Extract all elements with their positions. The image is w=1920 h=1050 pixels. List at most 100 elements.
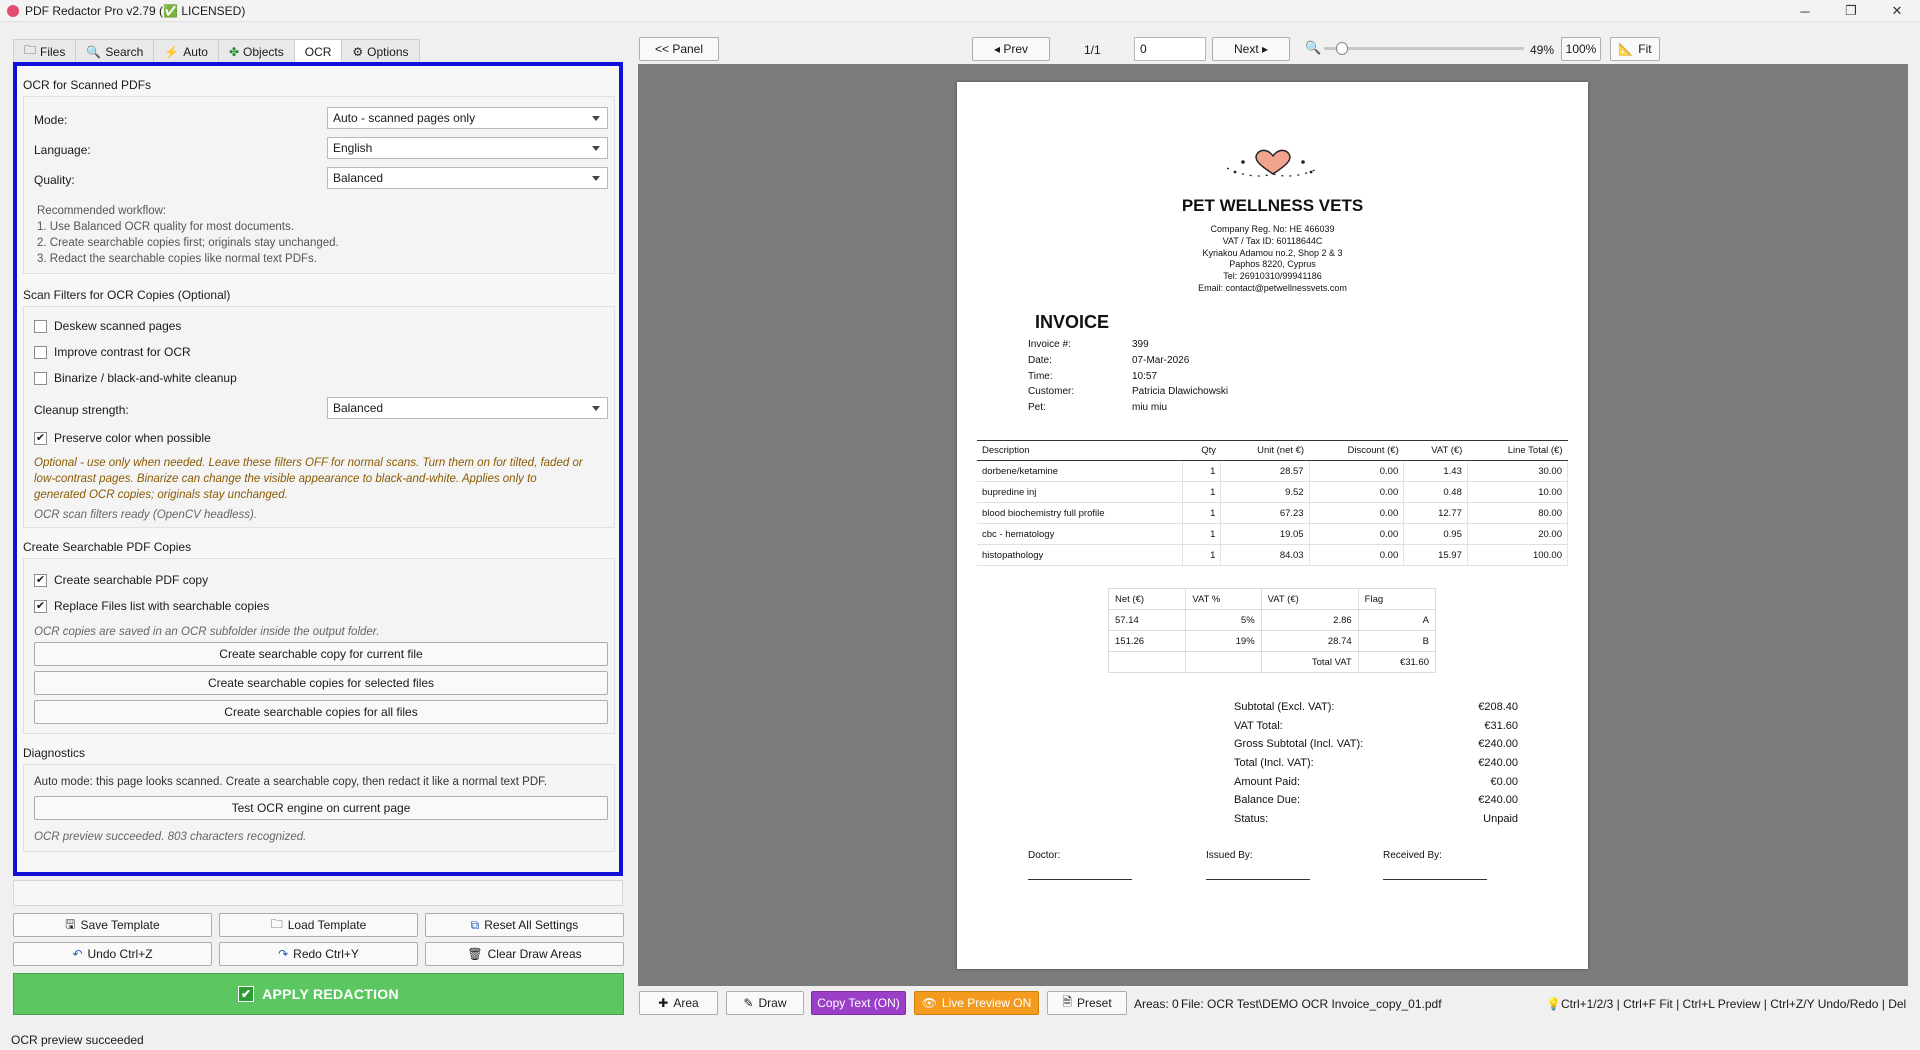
live-preview-toggle[interactable]: 👁 Live Preview ON <box>914 991 1039 1015</box>
load-template-button[interactable]: 🗀 Load Template <box>219 913 418 937</box>
pdf-page[interactable]: PET WELLNESS VETS Company Reg. No: HE 46… <box>957 82 1588 969</box>
button-label: Load Template <box>287 918 367 932</box>
binarize-checkbox[interactable]: Binarize / black-and-white cleanup <box>34 371 237 385</box>
table-cell: 0.00 <box>1309 460 1405 482</box>
checkbox-label: Improve contrast for OCR <box>54 345 191 359</box>
cleanup-value: Balanced <box>333 401 384 415</box>
tab-files[interactable]: 🗀 Files <box>13 39 77 63</box>
trash-icon: 🗑 <box>467 947 483 961</box>
zoom-slider[interactable] <box>1324 42 1524 55</box>
create-all-button[interactable]: Create searchable copies for all files <box>34 700 608 724</box>
redo-button[interactable]: ↷ Redo Ctrl+Y <box>219 942 418 966</box>
table-cell: 80.00 <box>1467 502 1569 524</box>
column-header: Description <box>977 440 1183 461</box>
redo-icon: ↷ <box>278 947 289 961</box>
column-header: Discount (€) <box>1309 440 1404 461</box>
maximize-button[interactable]: ❐ <box>1828 0 1874 22</box>
current-file: File: OCR Test\DEMO OCR Invoice_copy_01.… <box>1181 997 1442 1011</box>
table-row: blood biochemistry full profile 1 67.23 0.0… <box>977 502 1569 524</box>
prev-page-button[interactable]: ◂ Prev <box>972 37 1050 61</box>
apply-redaction-button[interactable]: ✔ APPLY REDACTION <box>13 973 624 1015</box>
copy-text-toggle[interactable]: Copy Text (ON) <box>811 991 906 1015</box>
replace-list-checkbox[interactable]: ✔ Replace Files list with searchable copi… <box>34 599 269 613</box>
meta-value: Patricia Dlawichowski <box>1132 386 1229 397</box>
tab-label: Files <box>40 44 66 59</box>
cleanup-select[interactable]: Balanced <box>327 397 608 419</box>
undo-icon: ↶ <box>72 947 83 961</box>
preset-button[interactable]: 🗎 Preset <box>1047 991 1127 1015</box>
zoom-percent: 49% <box>1530 43 1555 57</box>
table-cell: 0.00 <box>1309 544 1405 566</box>
minimize-button[interactable]: ─ <box>1782 0 1828 22</box>
table-cell: 1 <box>1182 544 1222 566</box>
mode-select[interactable]: Auto - scanned pages only <box>327 107 608 129</box>
diagnostics-info: Auto mode: this page looks scanned. Crea… <box>34 776 548 788</box>
contrast-checkbox[interactable]: Improve contrast for OCR <box>34 345 191 359</box>
table-cell: A <box>1357 609 1437 631</box>
table-cell: 9.52 <box>1220 481 1310 503</box>
table-cell: 12.77 <box>1403 502 1468 524</box>
close-button[interactable]: ✕ <box>1874 0 1920 22</box>
column-header: Net (€) <box>1107 588 1187 610</box>
test-ocr-button[interactable]: Test OCR engine on current page <box>34 796 608 820</box>
status-bar: OCR preview succeeded <box>11 1033 144 1047</box>
panel-toggle-button[interactable]: << Panel <box>639 37 719 61</box>
puzzle-icon: ✤ <box>228 44 240 59</box>
area-button[interactable]: ✚ Area <box>639 991 718 1015</box>
tab-options[interactable]: ⚙ Options <box>341 39 420 63</box>
next-page-button[interactable]: Next ▸ <box>1212 37 1290 61</box>
table-cell: 10.00 <box>1467 481 1569 503</box>
column-header: Flag <box>1357 588 1437 610</box>
reset-settings-button[interactable]: ⧉ Reset All Settings <box>425 913 624 937</box>
draw-button[interactable]: ✎ Draw <box>726 991 804 1015</box>
meta-value: 07-Mar-2026 <box>1132 355 1190 366</box>
total-label: Status: <box>1234 813 1269 825</box>
shortcuts-hint: 💡Ctrl+1/2/3 | Ctrl+F Fit | Ctrl+L Previe… <box>1546 997 1908 1011</box>
checkbox-box <box>34 319 47 333</box>
meta-key: Pet: <box>1028 402 1046 413</box>
tab-ocr[interactable]: OCR <box>293 39 343 64</box>
filters-warning: Optional - use only when needed. Leave t… <box>34 455 614 503</box>
preserve-color-checkbox[interactable]: ✔ Preserve color when possible <box>34 431 211 445</box>
column-header: VAT (€) <box>1260 588 1359 610</box>
company-name: PET WELLNESS VETS <box>1181 196 1364 215</box>
table-row: histopathology 1 84.03 0.00 15.97 100.00 <box>977 544 1569 566</box>
button-label: Fit <box>1638 42 1652 56</box>
table-cell: 1.43 <box>1403 460 1468 482</box>
fit-button[interactable]: 📐 Fit <box>1610 37 1660 61</box>
zoom-slider-handle[interactable] <box>1336 42 1348 55</box>
table-cell: B <box>1357 630 1437 652</box>
zoom-100-button[interactable]: 100% <box>1561 37 1601 61</box>
create-copy-checkbox[interactable]: ✔ Create searchable PDF copy <box>34 573 208 587</box>
table-header-row: Net (€) VAT % VAT (€) Flag <box>1107 588 1437 610</box>
tab-search[interactable]: 🔍 Search <box>75 39 155 63</box>
tab-objects[interactable]: ✤ Objects <box>217 39 295 63</box>
page-input[interactable]: 0 <box>1134 37 1206 61</box>
tab-auto[interactable]: ⚡ Auto <box>153 39 219 63</box>
table-cell: 0.48 <box>1403 481 1468 503</box>
total-label: Amount Paid: <box>1234 776 1301 788</box>
filters-group: Deskew scanned pages Improve contrast fo… <box>23 306 615 528</box>
language-select[interactable]: English <box>327 137 608 159</box>
undo-button[interactable]: ↶ Undo Ctrl+Z <box>13 942 212 966</box>
table-cell: 0.00 <box>1309 502 1405 524</box>
column-header: Line Total (€) <box>1467 440 1568 461</box>
panel-spacer <box>13 880 623 906</box>
check-icon: ✔ <box>34 599 47 613</box>
create-selected-button[interactable]: Create searchable copies for selected fi… <box>34 671 608 695</box>
tab-bar: 🗀 Files 🔍 Search ⚡ Auto ✤ Objects OCR ⚙ Optio… <box>13 39 420 64</box>
table-cell: 19% <box>1185 630 1262 652</box>
total-value: €0.00 <box>1490 776 1518 788</box>
create-current-button[interactable]: Create searchable copy for current file <box>34 642 608 666</box>
deskew-checkbox[interactable]: Deskew scanned pages <box>34 319 181 333</box>
quality-select[interactable]: Balanced <box>327 167 608 189</box>
warning-line: low-contrast pages. Binarize can change … <box>34 473 537 485</box>
company-line: VAT / Tax ID: 60118644C <box>1222 236 1323 246</box>
save-template-button[interactable]: 🖫 Save Template <box>13 913 212 937</box>
table-row: cbc - hematology 1 19.05 0.00 0.95 20.00 <box>977 523 1569 545</box>
table-cell: 1 <box>1182 481 1222 503</box>
language-value: English <box>333 141 373 155</box>
button-label: Redo Ctrl+Y <box>293 947 359 961</box>
clear-draw-button[interactable]: 🗑 Clear Draw Areas <box>425 942 624 966</box>
total-value: €240.00 <box>1478 757 1518 769</box>
